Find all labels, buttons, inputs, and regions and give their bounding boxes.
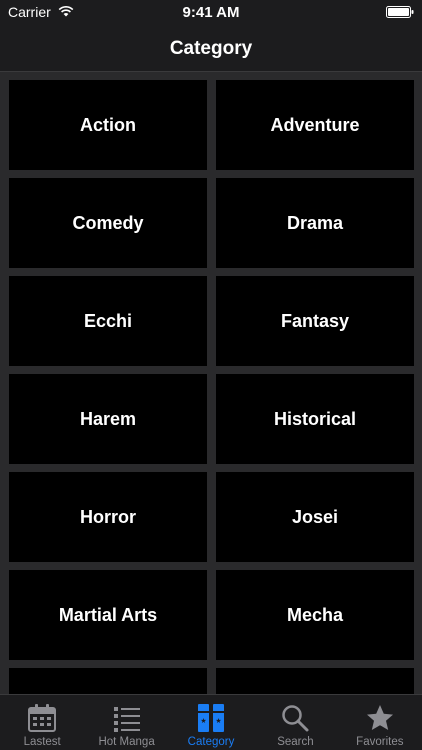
- battery-icon: [386, 6, 414, 18]
- category-tile-comedy[interactable]: Comedy: [9, 178, 207, 268]
- list-icon: [113, 707, 140, 732]
- category-label: Horror: [79, 506, 136, 527]
- category-tile-fantasy[interactable]: Fantasy: [216, 276, 414, 366]
- category-tile-historical[interactable]: Historical: [216, 374, 414, 464]
- tab-bar: Lastest Hot Manga ★ ★ Category Search Fa…: [0, 694, 422, 750]
- category-label: Drama: [286, 212, 344, 233]
- category-tile-horror[interactable]: Horror: [9, 472, 207, 562]
- tab-search[interactable]: Search: [253, 695, 337, 750]
- tab-label: Category: [187, 736, 235, 748]
- category-label: Ecchi: [83, 310, 133, 331]
- category-tile-mecha[interactable]: Mecha: [216, 570, 414, 660]
- category-tile-harem[interactable]: Harem: [9, 374, 207, 464]
- category-label: Historical: [273, 408, 357, 429]
- tab-label: Lastest: [23, 736, 61, 748]
- category-label: Mecha: [286, 604, 344, 625]
- category-tile-partial[interactable]: [216, 668, 414, 694]
- category-icon: ★ ★: [198, 704, 225, 732]
- nav-bar: Category: [0, 24, 422, 72]
- category-tile-drama[interactable]: Drama: [216, 178, 414, 268]
- svg-text:★: ★: [200, 717, 206, 725]
- tab-lastest[interactable]: Lastest: [0, 695, 84, 750]
- category-label: Martial Arts: [58, 604, 158, 625]
- category-label: Action: [80, 114, 136, 135]
- page-title: Category: [169, 38, 253, 59]
- category-tile-partial[interactable]: [9, 668, 207, 694]
- tab-hot-manga[interactable]: Hot Manga: [84, 695, 168, 750]
- tab-favorites[interactable]: Favorites: [338, 695, 422, 750]
- tab-label: Favorites: [356, 736, 404, 748]
- category-tile-ecchi[interactable]: Ecchi: [9, 276, 207, 366]
- tab-label: Hot Manga: [98, 736, 155, 748]
- status-time: 9:41 AM: [182, 4, 240, 21]
- category-label: Comedy: [72, 212, 144, 233]
- svg-text:★: ★: [215, 717, 221, 725]
- star-icon: [366, 705, 393, 730]
- category-tile-adventure[interactable]: Adventure: [216, 80, 414, 170]
- category-grid[interactable]: Action Adventure Comedy Drama Ecchi Fant…: [0, 72, 422, 694]
- category-tile-martial-arts[interactable]: Martial Arts: [9, 570, 207, 660]
- tab-category[interactable]: ★ ★ Category: [169, 695, 253, 750]
- tab-label: Search: [277, 736, 314, 748]
- calendar-icon: [28, 704, 57, 732]
- category-label: Fantasy: [280, 310, 350, 331]
- search-icon: [282, 705, 309, 732]
- category-tile-josei[interactable]: Josei: [216, 472, 414, 562]
- status-bar: Carrier 9:41 AM: [0, 0, 422, 24]
- category-tile-action[interactable]: Action: [9, 80, 207, 170]
- category-label: Josei: [291, 506, 339, 527]
- category-label: Harem: [79, 408, 137, 429]
- category-label: Adventure: [270, 114, 360, 135]
